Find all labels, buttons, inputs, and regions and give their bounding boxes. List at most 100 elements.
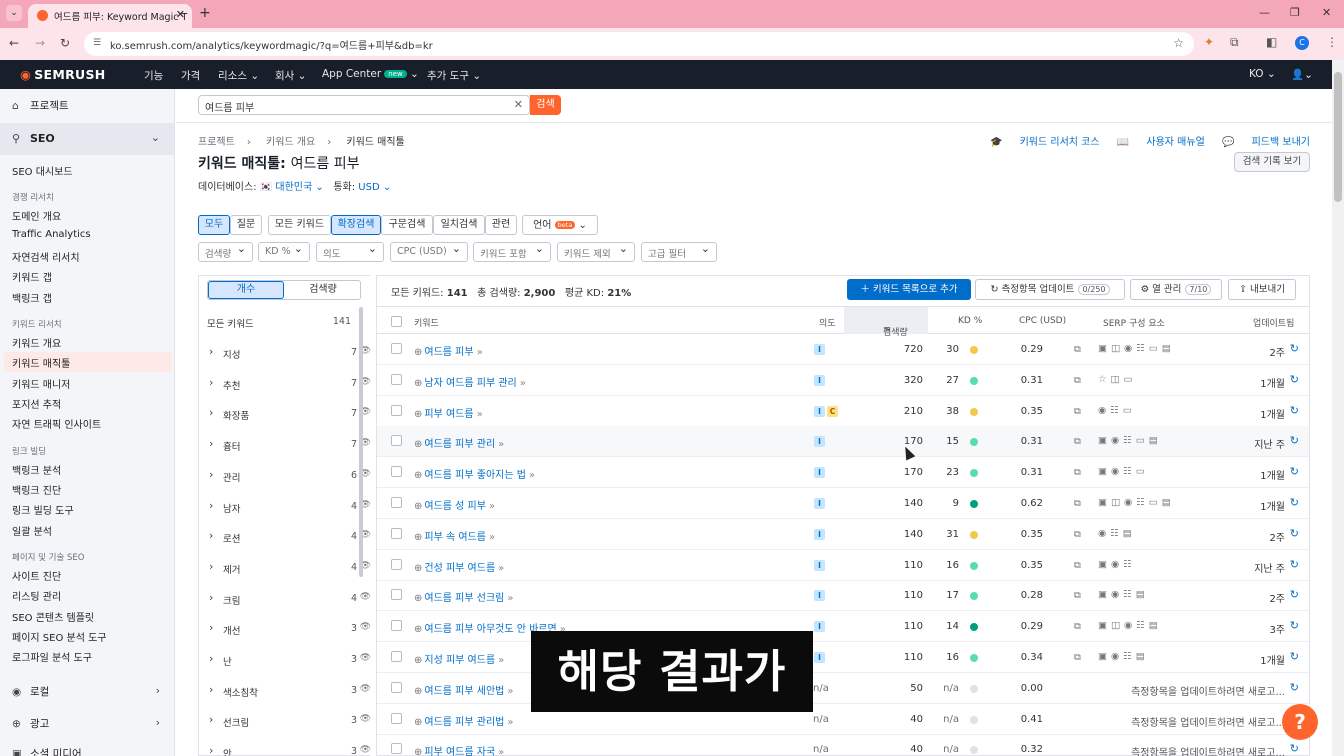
group-item[interactable]: › 흉터 7 👁 <box>199 429 371 460</box>
tab-questions[interactable]: 질문 <box>230 215 262 235</box>
group-item[interactable]: › 난 3 👁 <box>199 644 371 675</box>
page-scrollbar-thumb[interactable] <box>1334 72 1342 202</box>
col-serp-features[interactable]: SERP 구성 요소 <box>1103 316 1165 329</box>
keyword-link[interactable]: ⊕ 여드름 피부 관리» <box>414 435 504 450</box>
update-metrics-button[interactable]: ↻ 측정항목 업데이트 0/250 <box>975 279 1125 300</box>
sidebar-item-log-file-analyzer[interactable]: 로그파일 분석 도구 <box>12 649 92 664</box>
add-to-keyword-list-button[interactable]: ＋ 키워드 목록으로 추가 <box>847 279 971 300</box>
serp-screenshot-icon[interactable]: ⧉ <box>1074 436 1081 447</box>
help-button[interactable]: ? <box>1282 704 1318 740</box>
serp-screenshot-icon[interactable]: ⧉ <box>1074 467 1081 478</box>
eye-icon[interactable]: 👁 <box>360 592 371 602</box>
sort-by-volume-button[interactable]: 검색량 <box>286 281 360 299</box>
sidebar-projects[interactable]: ⌂ 프로젝트 <box>12 98 69 113</box>
language-filter[interactable]: 언어 beta ⌄ <box>522 215 598 235</box>
expand-chevron-icon[interactable]: › <box>209 529 213 542</box>
refresh-icon[interactable]: ↻ <box>1290 434 1299 447</box>
row-checkbox[interactable] <box>391 743 402 755</box>
row-checkbox[interactable] <box>391 651 402 662</box>
sidebar-item-backlink-gap[interactable]: 백링크 갭 <box>12 290 52 305</box>
row-checkbox[interactable] <box>391 497 402 508</box>
col-kd[interactable]: KD % <box>958 316 982 326</box>
filter-intent[interactable]: 의도 <box>316 242 384 262</box>
seo-chevron-down-icon[interactable]: ⌄ <box>151 131 160 144</box>
eye-icon[interactable]: 👁 <box>360 745 371 755</box>
keyword-link[interactable]: ⊕ 피부 속 여드름» <box>414 528 495 543</box>
browser-menu-icon[interactable]: ⋮ <box>1326 35 1338 49</box>
row-checkbox[interactable] <box>391 681 402 693</box>
filter-include-keywords[interactable]: 키워드 포함 <box>473 242 551 262</box>
serp-screenshot-icon[interactable]: ⧉ <box>1074 621 1081 632</box>
sidebar-item-organic-research[interactable]: 자연검색 리서치 <box>12 249 80 264</box>
keyword-link[interactable]: ⊕ 지성 피부 여드름» <box>414 651 504 666</box>
sidebar-item-site-audit[interactable]: 사이트 진단 <box>12 568 61 583</box>
tab-broad-match[interactable]: 확장검색 <box>331 215 381 235</box>
group-item[interactable]: › 선크림 3 👁 <box>199 705 371 736</box>
serp-screenshot-icon[interactable]: ⧉ <box>1074 375 1081 386</box>
forward-icon[interactable]: → <box>35 36 45 50</box>
clear-search-icon[interactable]: ✕ <box>514 98 523 111</box>
group-item[interactable]: › 로션 4 👁 <box>199 521 371 552</box>
expand-chevron-icon[interactable]: › <box>209 713 213 726</box>
row-checkbox[interactable] <box>391 404 402 416</box>
feedback-link[interactable]: 💬 피드백 보내기 <box>1222 137 1310 148</box>
restore-icon[interactable]: ❐ <box>1290 6 1300 19</box>
sidebar-item-listing-management[interactable]: 리스팅 관리 <box>12 588 61 603</box>
double-chevron-icon[interactable]: » <box>489 532 495 543</box>
expand-chevron-icon[interactable]: › <box>209 683 213 696</box>
reload-icon[interactable]: ↻ <box>60 36 70 50</box>
col-intent[interactable]: 의도 <box>819 316 836 329</box>
ads-chevron-right-icon[interactable]: › <box>156 716 160 729</box>
double-chevron-icon[interactable]: » <box>507 593 513 604</box>
add-keyword-plus-icon[interactable]: ⊕ <box>414 378 422 389</box>
local-chevron-right-icon[interactable]: › <box>156 684 160 697</box>
sidebar-item-traffic-analytics[interactable]: Traffic Analytics <box>12 229 91 240</box>
keyword-link[interactable]: ⊕ 남자 여드름 피부 관리» <box>414 374 526 389</box>
group-item[interactable]: › 추천 7 👁 <box>199 368 371 399</box>
site-info-icon[interactable]: ☰ <box>93 38 101 48</box>
serp-screenshot-icon[interactable]: ⧉ <box>1074 652 1081 663</box>
sidebar-item-keyword-manager[interactable]: 키워드 매니저 <box>12 376 70 391</box>
expand-chevron-icon[interactable]: › <box>209 468 213 481</box>
add-keyword-plus-icon[interactable]: ⊕ <box>414 347 422 358</box>
extensions-puzzle-icon[interactable]: ⧉ <box>1230 35 1239 50</box>
sidebar-item-backlink-audit[interactable]: 백링크 진단 <box>12 482 61 497</box>
double-chevron-icon[interactable]: » <box>498 747 504 756</box>
double-chevron-icon[interactable]: » <box>498 655 504 666</box>
row-checkbox[interactable] <box>391 435 402 447</box>
add-keyword-plus-icon[interactable]: ⊕ <box>414 686 422 697</box>
filter-kd[interactable]: KD % <box>258 242 310 262</box>
group-item[interactable]: › 관리 6 👁 <box>199 460 371 491</box>
keyword-link[interactable]: ⊕ 피부 여드름 자국» <box>414 743 504 756</box>
currency-selector[interactable]: USD ⌄ <box>358 182 391 193</box>
add-keyword-plus-icon[interactable]: ⊕ <box>414 563 422 574</box>
add-keyword-plus-icon[interactable]: ⊕ <box>414 409 422 420</box>
keyword-link[interactable]: ⊕ 건성 피부 여드름» <box>414 559 504 574</box>
double-chevron-icon[interactable]: » <box>477 409 483 420</box>
refresh-icon[interactable]: ↻ <box>1290 342 1299 355</box>
add-keyword-plus-icon[interactable]: ⊕ <box>414 624 422 635</box>
expand-chevron-icon[interactable]: › <box>209 560 213 573</box>
expand-chevron-icon[interactable]: › <box>209 406 213 419</box>
group-item[interactable]: › 개선 3 👁 <box>199 613 371 644</box>
row-checkbox[interactable] <box>391 558 402 570</box>
sidebar-item-keyword-gap[interactable]: 키워드 갭 <box>12 269 52 284</box>
expand-chevron-icon[interactable]: › <box>209 621 213 634</box>
profile-avatar[interactable]: C <box>1295 36 1309 50</box>
row-checkbox[interactable] <box>391 620 402 632</box>
refresh-icon[interactable]: ↻ <box>1290 558 1299 571</box>
nav-pricing[interactable]: 가격 <box>181 68 200 83</box>
sidebar-item-organic-traffic-insights[interactable]: 자연 트래픽 인사이트 <box>12 416 101 431</box>
page-scrollbar[interactable] <box>1332 60 1344 756</box>
double-chevron-icon[interactable]: » <box>498 563 504 574</box>
group-item[interactable]: › 안 3 👁 <box>199 736 371 756</box>
sidebar-local[interactable]: ◉ 로컬 <box>12 684 49 699</box>
language-selector[interactable]: KO ⌄ <box>1249 68 1276 80</box>
double-chevron-icon[interactable]: » <box>507 686 513 697</box>
tab-phrase-match[interactable]: 구문검색 <box>381 215 433 235</box>
extension-fox-icon[interactable]: ✦ <box>1204 35 1214 49</box>
sidebar-item-backlink-analytics[interactable]: 백링크 분석 <box>12 462 61 477</box>
eye-icon[interactable]: 👁 <box>360 653 371 663</box>
sidebar-social[interactable]: ▣ 소셜 미디어 <box>12 746 82 756</box>
sidebar-item-link-building-tool[interactable]: 링크 빌딩 도구 <box>12 502 74 517</box>
